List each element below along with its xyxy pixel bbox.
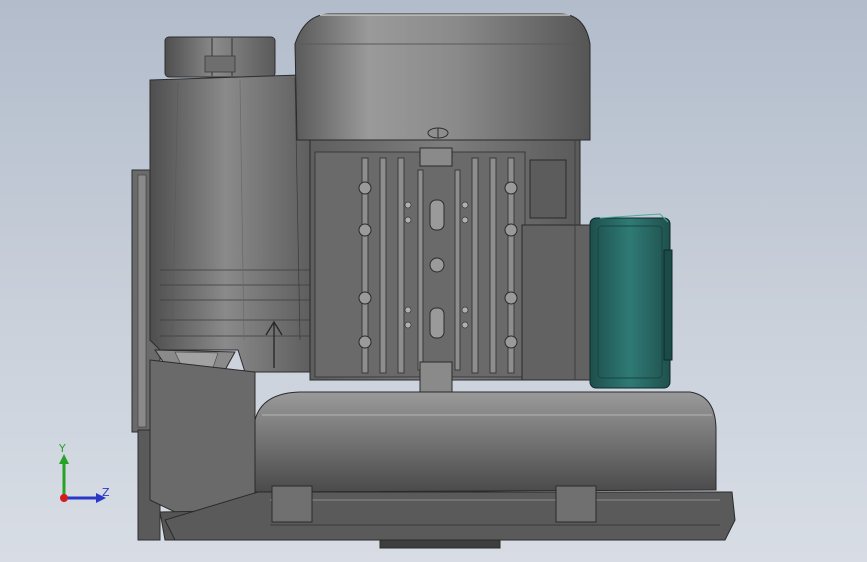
x-axis-dot [60, 494, 68, 502]
coordinate-triad: Y Z [50, 440, 120, 510]
blower-model[interactable] [0, 0, 867, 562]
z-axis-label: Z [102, 486, 110, 499]
y-axis-label: Y [59, 442, 66, 455]
motor-cap [294, 13, 591, 141]
silencer-inlet-cap [164, 36, 276, 78]
y-arrow-head [59, 454, 69, 464]
motor-finned-body [309, 139, 598, 393]
cad-viewport[interactable]: Y Z [0, 0, 867, 562]
terminal-box [589, 213, 673, 389]
